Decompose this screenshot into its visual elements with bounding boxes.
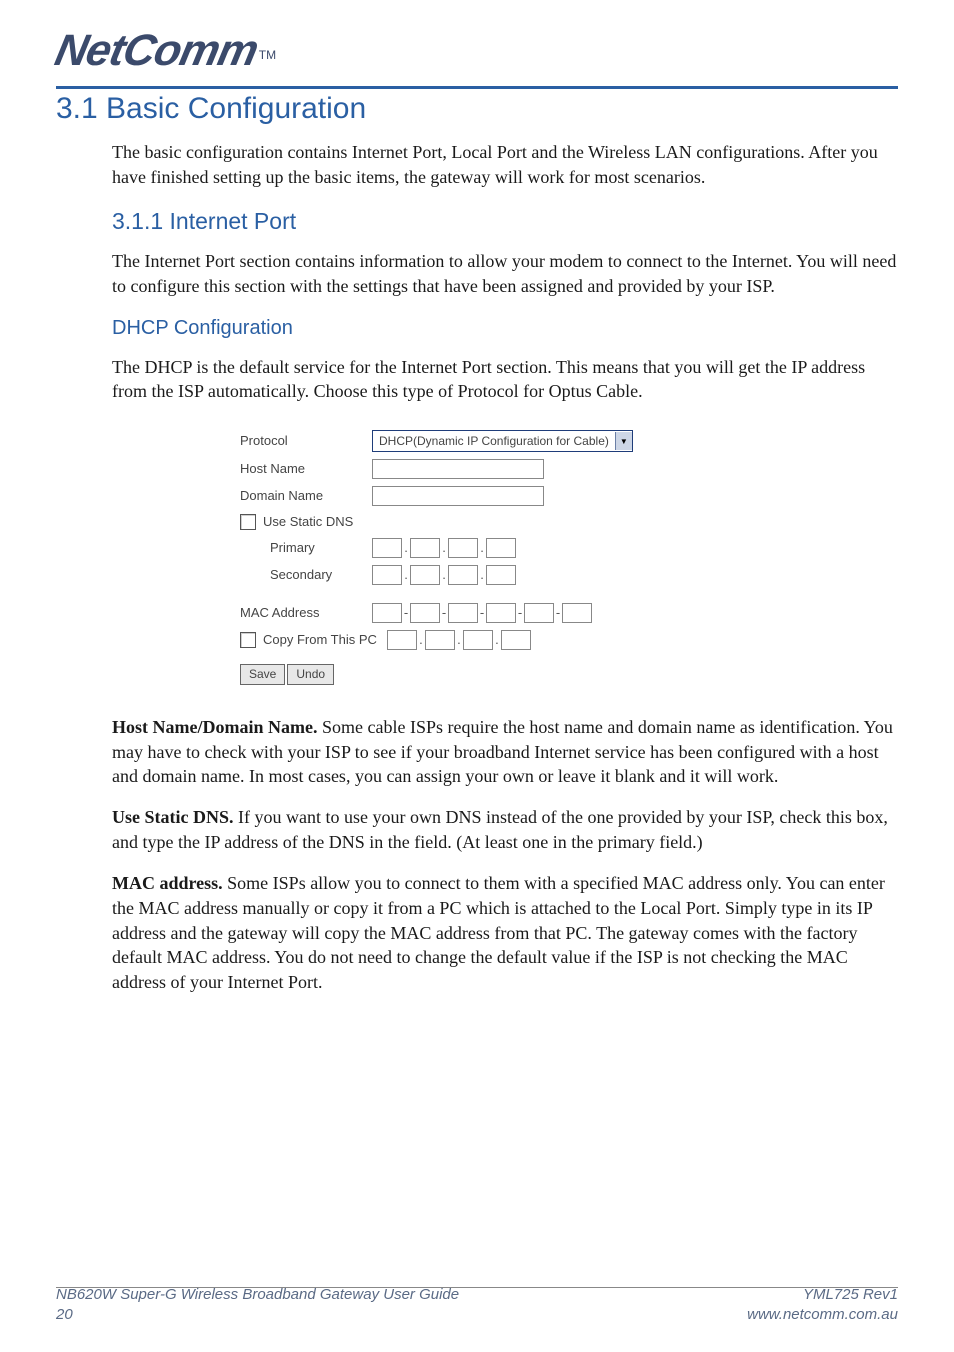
primary-octet-2[interactable] <box>410 538 440 558</box>
subsection-heading: 3.1.1 Internet Port <box>112 206 898 238</box>
mac-lead: MAC address. <box>112 873 223 893</box>
primary-label: Primary <box>240 539 372 557</box>
mac-5[interactable] <box>524 603 554 623</box>
copy-from-pc-label: Copy From This PC <box>263 631 377 649</box>
footer-revision: YML725 Rev1 <box>747 1285 898 1305</box>
hostname-lead: Host Name/Domain Name. <box>112 717 317 737</box>
secondary-octet-3[interactable] <box>448 565 478 585</box>
chevron-down-icon[interactable]: ▼ <box>615 432 632 450</box>
copy-from-pc-checkbox[interactable] <box>240 632 256 648</box>
trademark-symbol: TM <box>259 48 276 62</box>
footer-doc-title: NB620W Super-G Wireless Broadband Gatewa… <box>56 1285 459 1305</box>
brand-logo: NetComm <box>51 26 262 76</box>
header-rule <box>56 86 898 89</box>
mac-explain: MAC address. Some ISPs allow you to conn… <box>112 871 898 995</box>
hostname-explain: Host Name/Domain Name. Some cable ISPs r… <box>112 715 898 789</box>
undo-button[interactable]: Undo <box>287 664 334 685</box>
primary-octet-4[interactable] <box>486 538 516 558</box>
dhcp-heading: DHCP Configuration <box>112 315 898 343</box>
secondary-octet-2[interactable] <box>410 565 440 585</box>
protocol-label: Protocol <box>240 432 372 450</box>
mac-text: Some ISPs allow you to connect to them w… <box>112 873 885 992</box>
static-dns-label: Use Static DNS <box>263 513 353 531</box>
mac-2[interactable] <box>410 603 440 623</box>
hostname-label: Host Name <box>240 460 372 478</box>
footer-page-number: 20 <box>56 1305 459 1325</box>
mac-6[interactable] <box>562 603 592 623</box>
static-dns-checkbox[interactable] <box>240 514 256 530</box>
footer-url: www.netcomm.com.au <box>747 1305 898 1325</box>
secondary-label: Secondary <box>240 566 372 584</box>
save-button[interactable]: Save <box>240 664 285 685</box>
intro-paragraph: The basic configuration contains Interne… <box>112 140 898 190</box>
dhcp-paragraph: The DHCP is the default service for the … <box>112 355 898 405</box>
dns-explain: Use Static DNS. If you want to use your … <box>112 805 898 855</box>
section-heading: 3.1 Basic Configuration <box>56 92 366 126</box>
domain-input[interactable] <box>372 486 544 506</box>
header: NetCommTM <box>56 26 898 76</box>
mac-4[interactable] <box>486 603 516 623</box>
mac-3[interactable] <box>448 603 478 623</box>
primary-octet-3[interactable] <box>448 538 478 558</box>
config-form: Protocol DHCP(Dynamic IP Configuration f… <box>240 430 720 684</box>
domain-label: Domain Name <box>240 487 372 505</box>
body-content: The basic configuration contains Interne… <box>112 140 898 1011</box>
mac-label: MAC Address <box>240 604 372 622</box>
dns-lead: Use Static DNS. <box>112 807 234 827</box>
primary-octet-1[interactable] <box>372 538 402 558</box>
internet-port-paragraph: The Internet Port section contains infor… <box>112 249 898 299</box>
copy-octet-4[interactable] <box>501 630 531 650</box>
copy-octet-2[interactable] <box>425 630 455 650</box>
secondary-octet-1[interactable] <box>372 565 402 585</box>
mac-1[interactable] <box>372 603 402 623</box>
copy-octet-3[interactable] <box>463 630 493 650</box>
hostname-input[interactable] <box>372 459 544 479</box>
protocol-select[interactable]: DHCP(Dynamic IP Configuration for Cable)… <box>372 430 633 452</box>
secondary-octet-4[interactable] <box>486 565 516 585</box>
protocol-value: DHCP(Dynamic IP Configuration for Cable) <box>373 433 615 450</box>
copy-octet-1[interactable] <box>387 630 417 650</box>
page-footer: NB620W Super-G Wireless Broadband Gatewa… <box>56 1285 898 1324</box>
